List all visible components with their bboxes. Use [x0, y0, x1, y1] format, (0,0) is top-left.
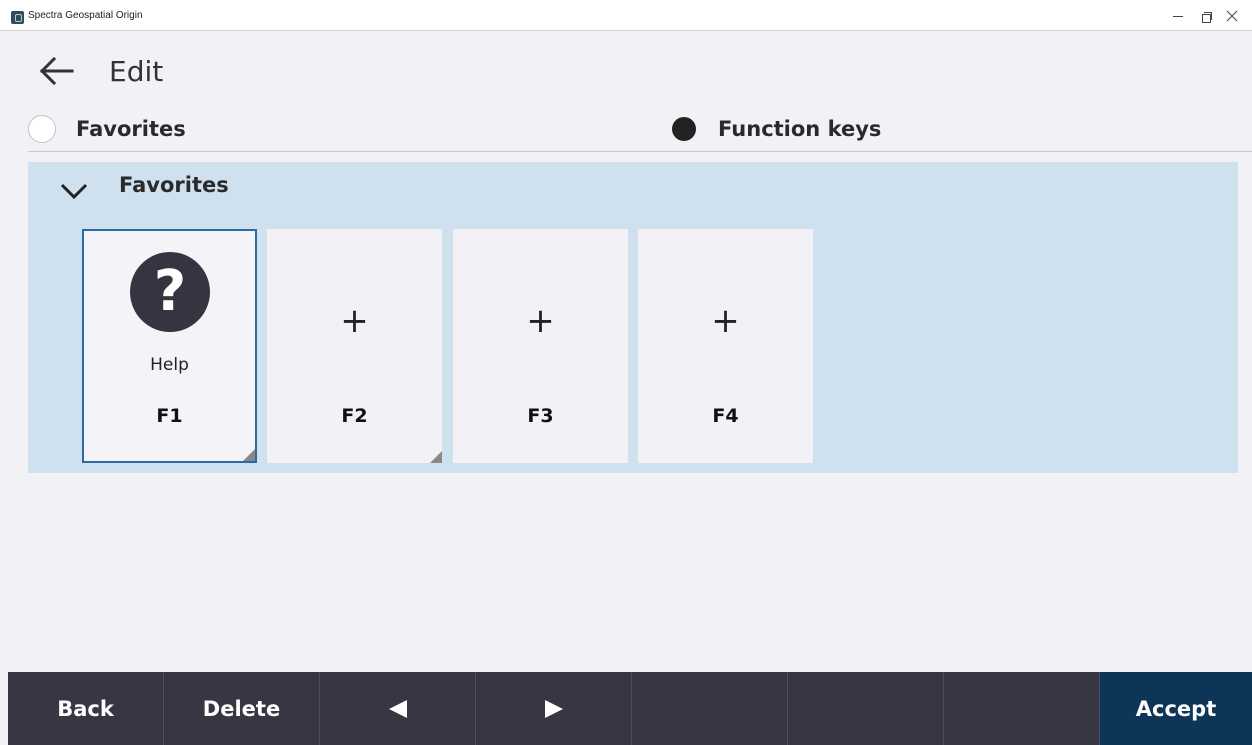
bottom-toolbar: Back Delete Accept — [8, 672, 1252, 745]
key-label: F1 — [156, 405, 183, 427]
toolbar-empty-slot — [944, 672, 1100, 745]
help-icon: ? — [130, 252, 210, 332]
window-titlebar: Spectra Geospatial Origin — [0, 0, 1252, 31]
next-button[interactable] — [476, 672, 632, 745]
previous-button[interactable] — [320, 672, 476, 745]
function-key-f4[interactable]: + F4 — [638, 229, 813, 463]
arrow-left-icon — [39, 56, 74, 86]
close-icon — [1226, 10, 1238, 22]
triangle-right-icon — [544, 699, 563, 718]
radio-circle-unselected[interactable] — [28, 115, 56, 143]
key-label: F4 — [712, 405, 739, 427]
plus-icon: + — [526, 301, 555, 341]
page-title: Edit — [109, 55, 164, 88]
function-key-f2[interactable]: + F2 — [267, 229, 442, 463]
radio-function-keys[interactable]: Function keys — [670, 112, 881, 146]
function-key-f3[interactable]: + F3 — [453, 229, 628, 463]
key-action-label: Help — [150, 355, 189, 375]
chevron-down-icon — [60, 183, 88, 200]
app-logo-icon — [11, 11, 24, 24]
delete-button[interactable]: Delete — [164, 672, 320, 745]
collapse-toggle[interactable] — [60, 182, 88, 200]
accept-button[interactable]: Accept — [1100, 672, 1252, 745]
back-button[interactable]: Back — [8, 672, 164, 745]
divider — [28, 151, 1252, 152]
key-label: F2 — [341, 405, 368, 427]
corner-indicator-icon — [430, 451, 442, 463]
favorites-panel: Favorites ? Help F1 + F2 + F3 + F4 — [28, 162, 1238, 473]
panel-title: Favorites — [119, 173, 229, 197]
key-label: F3 — [527, 405, 554, 427]
radio-function-keys-label: Function keys — [718, 117, 882, 141]
toolbar-empty-slot — [632, 672, 788, 745]
corner-indicator-icon — [243, 449, 255, 461]
plus-icon: + — [340, 301, 369, 341]
radio-circle-selected[interactable] — [670, 115, 698, 143]
window-title: Spectra Geospatial Origin — [28, 10, 143, 21]
close-button[interactable] — [1220, 5, 1244, 27]
restore-button[interactable] — [1193, 5, 1217, 27]
minimize-button[interactable] — [1166, 5, 1190, 27]
back-arrow-button[interactable] — [38, 56, 74, 86]
triangle-left-icon — [388, 699, 407, 718]
function-key-f1[interactable]: ? Help F1 — [82, 229, 257, 463]
plus-icon: + — [711, 301, 740, 341]
radio-favorites-label: Favorites — [76, 117, 186, 141]
radio-favorites[interactable]: Favorites — [28, 112, 186, 146]
toolbar-empty-slot — [788, 672, 944, 745]
